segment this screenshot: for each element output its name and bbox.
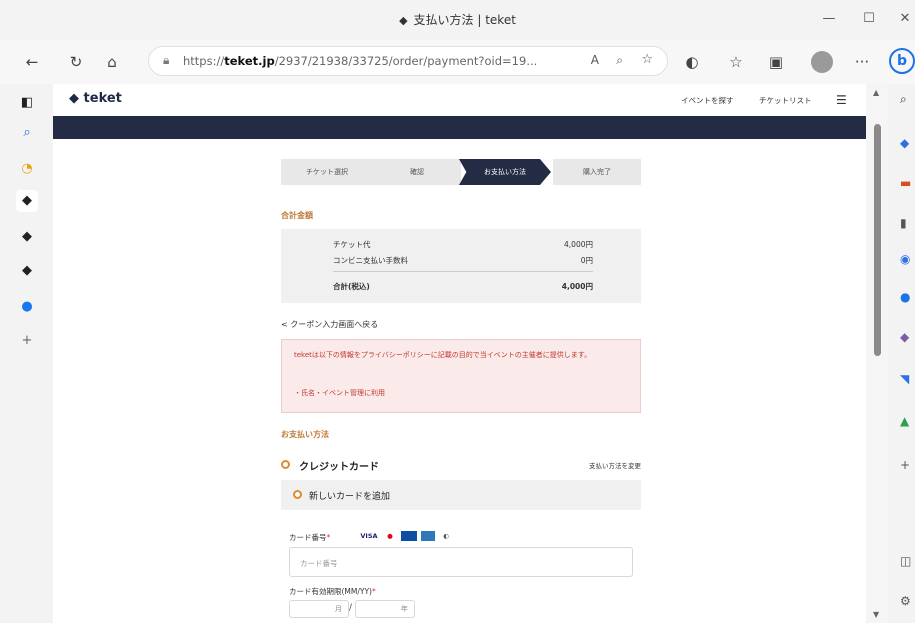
facebook-tab-icon[interactable]: ● — [16, 296, 38, 318]
change-payment-link[interactable]: 支払い方法を変更 — [589, 460, 641, 470]
row-amount: 4,000円 — [564, 240, 593, 249]
notice-item: ・氏名・イベント管理に利用 — [294, 389, 385, 397]
credit-card-radio[interactable] — [281, 460, 290, 469]
extensions-icon[interactable]: ◐ — [680, 50, 704, 74]
total-heading: 合計金額 — [281, 211, 313, 220]
teket-tab-icon[interactable]: ◆ — [16, 226, 38, 248]
step-confirm: 確認 — [373, 159, 461, 185]
total-amount: 4,000円 — [561, 282, 593, 291]
notice-text: teketは以下の情報をプライバシーポリシーに記載の目的で当イベントの主催者に提… — [294, 351, 592, 359]
amex-brand-icon — [421, 531, 435, 541]
step-payment: お支払い方法 — [459, 159, 551, 185]
expiry-year-input[interactable]: 年 — [355, 600, 415, 618]
browser-toolbar: ← ↻ ⌂ 🔒︎ https://teket.jp/2937/21938/337… — [0, 40, 915, 84]
page-scrollbar[interactable]: ▲ ▼ — [866, 84, 889, 623]
expiry-month-input[interactable]: 月 — [289, 600, 349, 618]
search-icon[interactable]: ⌕ — [900, 92, 915, 107]
menu-hamburger-icon[interactable]: ☰ — [836, 93, 847, 107]
summary-row: コンビニ支払い手数料 0円 — [333, 255, 593, 266]
add-sidebar-icon[interactable]: + — [900, 458, 915, 473]
scroll-down-icon[interactable]: ▼ — [873, 610, 879, 619]
mastercard-brand-icon: ● — [387, 532, 393, 540]
url-text: https://teket.jp/2937/21938/33725/order/… — [183, 54, 538, 68]
row-amount: 0円 — [580, 256, 593, 265]
search-tab-icon[interactable]: ⌕ — [16, 122, 38, 144]
new-card-radio[interactable] — [293, 490, 302, 499]
teket-favicon-icon: ◆ — [399, 14, 408, 27]
read-aloud-icon[interactable]: A — [591, 53, 599, 67]
back-to-coupon-link[interactable]: < クーポン入力画面へ戻る — [281, 319, 378, 330]
close-button[interactable]: ✕ — [894, 8, 915, 30]
shopping-icon[interactable]: ◆ — [900, 136, 915, 151]
copilot-icon[interactable]: b — [889, 48, 915, 74]
row-label: コンビニ支払い手数料 — [333, 256, 408, 265]
nav-find-events[interactable]: イベントを探す — [681, 95, 734, 106]
tab-icon[interactable]: ◔ — [16, 158, 38, 180]
step-complete: 購入完了 — [553, 159, 641, 185]
add-favorite-icon[interactable]: ☆ — [641, 52, 653, 67]
designer-icon[interactable]: ◆ — [900, 330, 915, 345]
credit-card-option[interactable]: クレジットカード 支払い方法を変更 — [281, 456, 641, 474]
header-band — [53, 116, 866, 139]
step-ticket-select: チケット選択 — [281, 159, 373, 185]
credit-card-title: クレジットカード — [299, 462, 379, 473]
zoom-icon[interactable]: ⌕ — [616, 53, 623, 68]
more-menu-icon[interactable]: ··· — [850, 50, 874, 74]
teket-logo[interactable]: ◆ teket — [69, 91, 122, 106]
office-icon[interactable]: ◉ — [900, 252, 915, 267]
progress-steps: チケット選択 確認 お支払い方法 購入完了 — [281, 159, 641, 185]
window-title: ◆ 支払い方法 | teket — [399, 13, 516, 27]
privacy-notice: teketは以下の情報をプライバシーポリシーに記載の目的で当イベントの主催者に提… — [281, 339, 641, 413]
refresh-icon[interactable]: ↻ — [64, 50, 88, 74]
summary-total-row: 合計(税込) 4,000円 — [333, 281, 593, 292]
outlook-icon[interactable]: ● — [900, 290, 915, 305]
tree-icon[interactable]: ▲ — [900, 414, 915, 429]
title-bar: ◆ 支払い方法 | teket — ☐ ✕ — [0, 0, 915, 40]
teket-tab-icon[interactable]: ◆ — [16, 190, 38, 212]
edge-sidebar: ⌕ ◆ ▬ ▮ ◉ ● ◆ ◥ ▲ + ◫ ⚙ — [889, 84, 915, 623]
diners-brand-icon: ◐ — [443, 532, 449, 540]
favorites-icon[interactable]: ☆ — [724, 50, 748, 74]
nav-ticket-list[interactable]: チケットリスト — [759, 95, 812, 106]
expiry-label: カード有効期限(MM/YY)* — [289, 587, 376, 596]
back-arrow-icon[interactable]: ← — [20, 50, 44, 74]
visa-brand-icon: VISA — [360, 532, 378, 540]
maximize-button[interactable]: ☐ — [858, 8, 880, 30]
row-label: チケット代 — [333, 240, 371, 249]
lock-icon: 🔒︎ — [163, 53, 170, 67]
profile-avatar[interactable] — [811, 51, 833, 73]
collections-icon[interactable]: ▣ — [764, 50, 788, 74]
tab-actions-icon[interactable]: ◧ — [16, 92, 38, 114]
vertical-tabs-sidebar: ◧ ⌕ ◔ ◆ ◆ ◆ ● + — [0, 84, 53, 623]
tools-icon[interactable]: ▬ — [900, 176, 915, 191]
minimize-button[interactable]: — — [818, 8, 840, 30]
card-number-input[interactable]: カード番号 — [289, 547, 633, 577]
expiry-separator: / — [349, 603, 353, 613]
settings-gear-icon[interactable]: ⚙ — [900, 594, 915, 609]
scroll-up-icon[interactable]: ▲ — [873, 88, 879, 97]
site-header: ◆ teket イベントを探す チケットリスト ☰ — [53, 84, 866, 116]
home-icon[interactable]: ⌂ — [100, 50, 124, 74]
payment-heading: お支払い方法 — [281, 430, 329, 439]
games-icon[interactable]: ▮ — [900, 216, 915, 231]
teket-tab-icon[interactable]: ◆ — [16, 260, 38, 282]
total-summary: チケット代 4,000円 コンビニ支払い手数料 0円 合計(税込) 4,000円 — [281, 229, 641, 303]
page-viewport: ◆ teket イベントを探す チケットリスト ☰ チケット選択 確認 お支払い… — [53, 84, 866, 623]
add-new-card-option[interactable]: 新しいカードを追加 — [281, 480, 641, 510]
jcb-brand-icon — [401, 531, 417, 541]
new-tab-icon[interactable]: + — [16, 330, 38, 352]
total-label: 合計(税込) — [333, 282, 370, 291]
drop-icon[interactable]: ◥ — [900, 372, 915, 387]
summary-row: チケット代 4,000円 — [333, 239, 593, 250]
split-screen-icon[interactable]: ◫ — [900, 554, 915, 569]
card-number-label: カード番号* — [289, 533, 331, 542]
scroll-thumb[interactable] — [874, 124, 881, 356]
address-bar[interactable]: 🔒︎ https://teket.jp/2937/21938/33725/ord… — [148, 46, 668, 76]
summary-divider — [333, 271, 593, 272]
new-card-label: 新しいカードを追加 — [309, 492, 391, 502]
